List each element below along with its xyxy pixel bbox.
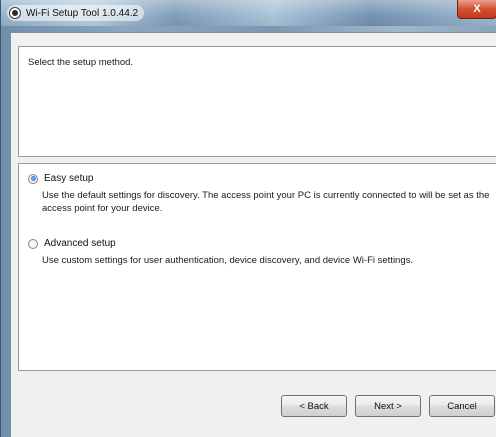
instruction-text: Select the setup method. [28, 57, 134, 68]
advanced-setup-description: Use custom settings for user authenticat… [42, 255, 414, 266]
setup-options-panel: Easy setup Use the default settings for … [18, 163, 496, 371]
advanced-setup-label[interactable]: Advanced setup [44, 238, 116, 249]
close-button[interactable]: X [457, 0, 496, 19]
advanced-setup-option[interactable]: Advanced setup [28, 238, 116, 249]
next-button[interactable]: Next > [355, 395, 421, 417]
title-area: Wi-Fi Setup Tool 1.0.44.2 [7, 5, 145, 21]
instruction-panel: Select the setup method. [18, 46, 496, 157]
title-bar[interactable]: Wi-Fi Setup Tool 1.0.44.2 X [1, 0, 496, 26]
easy-setup-radio[interactable] [28, 173, 38, 184]
dialog-client-area: Select the setup method. Easy setup Use … [10, 32, 496, 437]
easy-setup-option[interactable]: Easy setup [28, 173, 93, 184]
advanced-setup-radio[interactable] [28, 238, 38, 249]
easy-setup-description: Use the default settings for discovery. … [42, 190, 490, 214]
window-title: Wi-Fi Setup Tool 1.0.44.2 [26, 7, 139, 19]
close-icon: X [473, 3, 481, 15]
dialog-window: Wi-Fi Setup Tool 1.0.44.2 X Select the s… [0, 0, 496, 437]
app-icon[interactable] [9, 7, 21, 19]
easy-setup-label[interactable]: Easy setup [44, 173, 93, 184]
cancel-button[interactable]: Cancel [429, 395, 495, 417]
back-button[interactable]: < Back [281, 395, 347, 417]
